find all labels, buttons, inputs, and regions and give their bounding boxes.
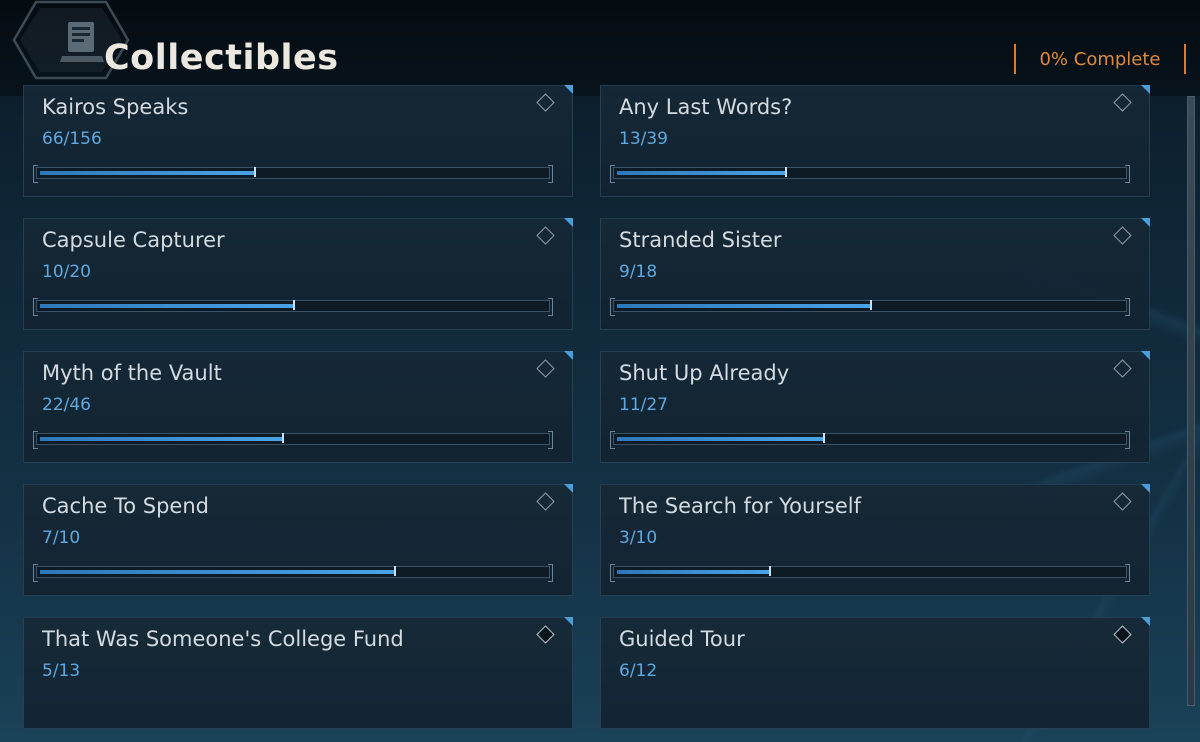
diamond-icon: [536, 359, 555, 378]
collectible-count: 13/39: [619, 129, 668, 149]
collectible-card[interactable]: Guided Tour 6/12: [600, 617, 1150, 729]
bar-bracket-right: [548, 564, 553, 582]
bar-bracket-left: [610, 165, 615, 183]
progress-bar-fill: [40, 304, 293, 308]
diamond-icon: [1113, 625, 1132, 644]
progress-bar: [33, 298, 553, 316]
collectible-title: Stranded Sister: [619, 228, 782, 252]
progress-bar-tip: [293, 300, 295, 310]
completion-indicator: 0% Complete: [1014, 44, 1186, 74]
progress-bar-tip: [254, 167, 256, 177]
diamond-icon: [1113, 93, 1132, 112]
collectible-count: 6/12: [619, 661, 658, 681]
diamond-icon: [536, 226, 555, 245]
scrollbar[interactable]: [1184, 96, 1198, 706]
bar-bracket-right: [548, 298, 553, 316]
progress-bar-tip: [823, 433, 825, 443]
bar-bracket-right: [1125, 564, 1130, 582]
progress-bar-fill: [40, 570, 394, 574]
diamond-icon: [536, 93, 555, 112]
diamond-icon: [1113, 492, 1132, 511]
collectible-title: Guided Tour: [619, 627, 745, 651]
diamond-icon: [1113, 359, 1132, 378]
progress-bar-tip: [769, 566, 771, 576]
bar-bracket-left: [33, 564, 38, 582]
bar-bracket-right: [1125, 165, 1130, 183]
bar-bracket-left: [610, 431, 615, 449]
page-title: Collectibles: [104, 38, 339, 78]
collectible-card[interactable]: That Was Someone's College Fund 5/13: [23, 617, 573, 729]
progress-bar-fill: [617, 171, 785, 175]
bar-bracket-right: [548, 165, 553, 183]
bar-bracket-left: [610, 298, 615, 316]
progress-bar: [610, 165, 1130, 183]
collectible-count: 7/10: [42, 528, 81, 548]
progress-bar-tip: [282, 433, 284, 443]
collectible-title: Cache To Spend: [42, 494, 209, 518]
collectible-card[interactable]: Any Last Words? 13/39: [600, 85, 1150, 197]
collectible-title: That Was Someone's College Fund: [42, 627, 404, 651]
collectible-count: 11/27: [619, 395, 668, 415]
collectible-count: 9/18: [619, 262, 658, 282]
collectible-title: Shut Up Already: [619, 361, 790, 385]
collectible-card[interactable]: Shut Up Already 11/27: [600, 351, 1150, 463]
collectible-count: 10/20: [42, 262, 91, 282]
bar-bracket-right: [1125, 431, 1130, 449]
progress-bar: [610, 431, 1130, 449]
progress-bar-fill: [617, 437, 823, 441]
collectible-title: Myth of the Vault: [42, 361, 222, 385]
progress-bar-tip: [870, 300, 872, 310]
progress-bar-tip: [394, 566, 396, 576]
bar-bracket-right: [548, 431, 553, 449]
collectible-card[interactable]: Kairos Speaks 66/156: [23, 85, 573, 197]
scrollbar-thumb[interactable]: [1187, 96, 1195, 706]
collectible-title: The Search for Yourself: [619, 494, 862, 518]
diamond-icon: [536, 625, 555, 644]
progress-bar-fill: [40, 437, 282, 441]
collectible-card[interactable]: Stranded Sister 9/18: [600, 218, 1150, 330]
progress-bar: [33, 165, 553, 183]
progress-bar: [610, 564, 1130, 582]
progress-bar-tip: [785, 167, 787, 177]
completion-text: 0% Complete: [1039, 48, 1161, 70]
header-bar: Collectibles 0% Complete: [0, 0, 1200, 96]
collectible-count: 22/46: [42, 395, 91, 415]
diamond-icon: [1113, 226, 1132, 245]
collectible-title: Any Last Words?: [619, 95, 793, 119]
diamond-icon: [536, 492, 555, 511]
progress-bar-fill: [40, 171, 254, 175]
collectible-count: 5/13: [42, 661, 81, 681]
collectible-title: Kairos Speaks: [42, 95, 189, 119]
collectible-card[interactable]: Capsule Capturer 10/20: [23, 218, 573, 330]
bar-bracket-left: [610, 564, 615, 582]
collectible-card[interactable]: Myth of the Vault 22/46: [23, 351, 573, 463]
bar-bracket-left: [33, 165, 38, 183]
bar-bracket-left: [33, 298, 38, 316]
progress-bar: [610, 298, 1130, 316]
collectible-card[interactable]: The Search for Yourself 3/10: [600, 484, 1150, 596]
progress-bar-fill: [617, 304, 870, 308]
progress-bar-fill: [617, 570, 769, 574]
collectible-card[interactable]: Cache To Spend 7/10: [23, 484, 573, 596]
progress-bar: [33, 431, 553, 449]
progress-bar: [33, 564, 553, 582]
bar-bracket-right: [1125, 298, 1130, 316]
collectible-count: 3/10: [619, 528, 658, 548]
bar-bracket-left: [33, 431, 38, 449]
collectible-title: Capsule Capturer: [42, 228, 225, 252]
collectible-count: 66/156: [42, 129, 102, 149]
